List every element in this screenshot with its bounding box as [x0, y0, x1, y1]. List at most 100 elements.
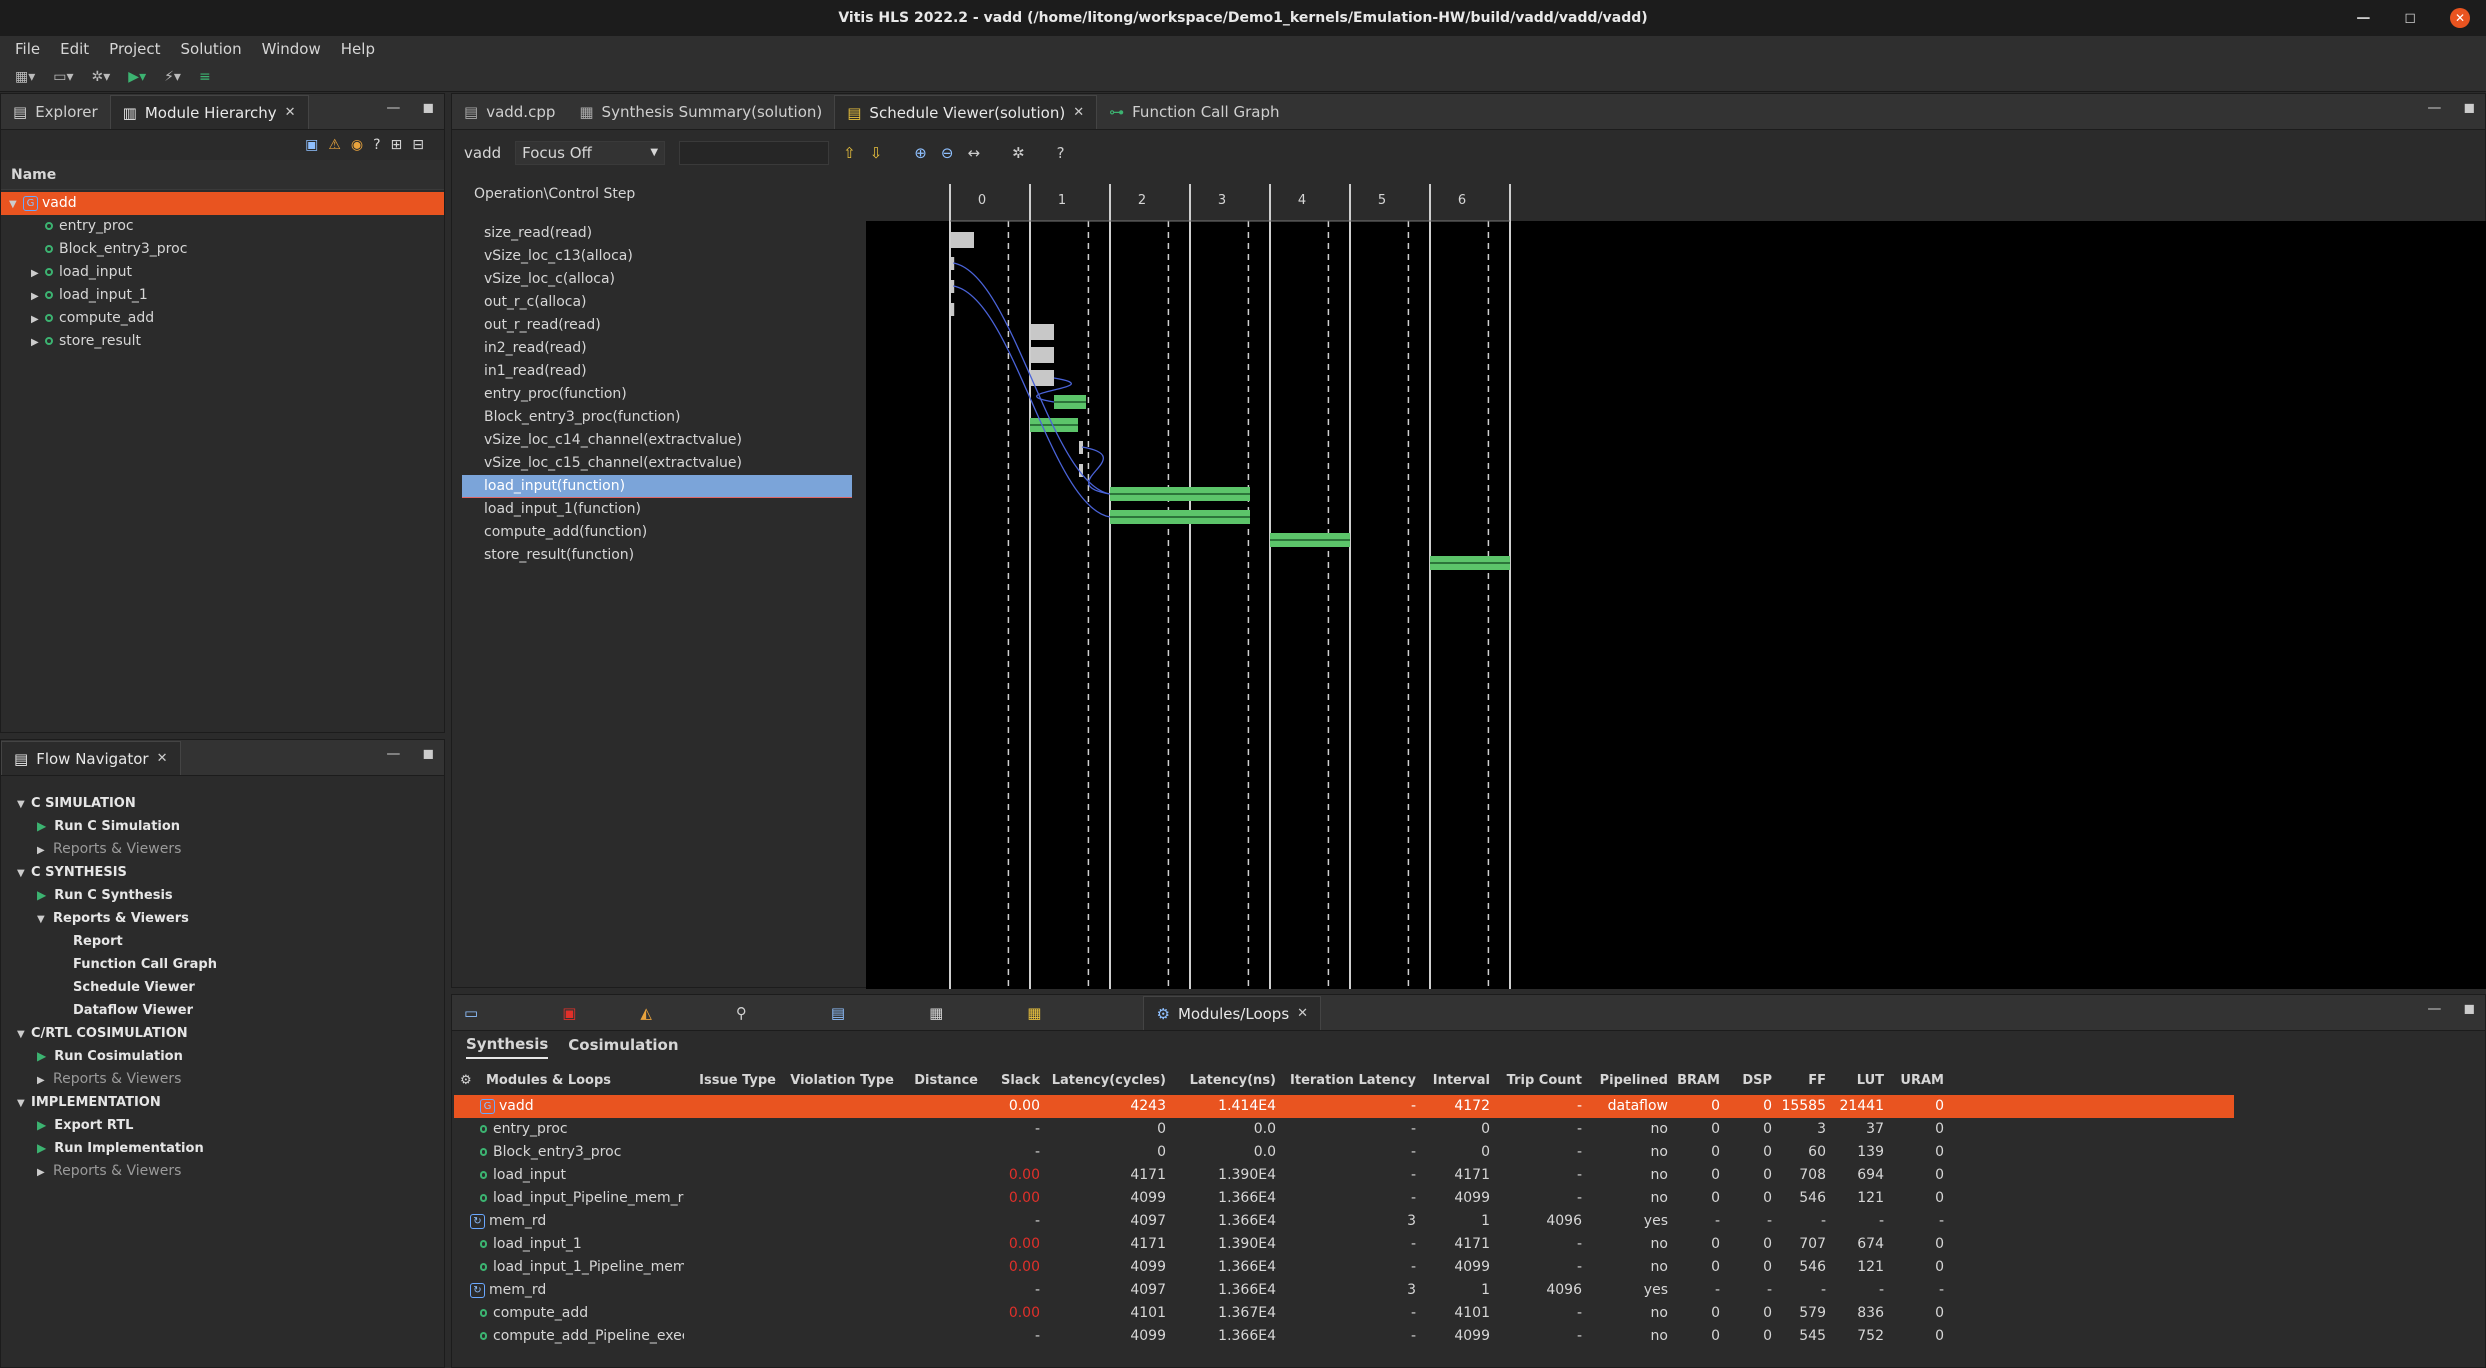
- operation-row[interactable]: compute_add(function): [462, 521, 852, 544]
- flow-run-item[interactable]: ▶ Run Implementation: [17, 1137, 444, 1160]
- operation-row[interactable]: vSize_loc_c(alloca): [462, 268, 852, 291]
- menu-file[interactable]: File: [6, 36, 49, 62]
- close-icon[interactable]: ✕: [1297, 1006, 1308, 1021]
- help-icon[interactable]: ?: [1057, 144, 1065, 162]
- table-row[interactable]: Block_entry3_proc - 0 0.0 - 0 - no 0 0 60 139 0: [454, 1141, 2234, 1164]
- flow-reports-item[interactable]: ▼ Reports & Viewers: [17, 907, 444, 930]
- open-folder-icon[interactable]: ▭▾: [48, 69, 78, 85]
- operation-row[interactable]: vSize_loc_c13(alloca): [462, 245, 852, 268]
- maximize-icon[interactable]: ◼: [2463, 100, 2475, 116]
- table-row[interactable]: compute_add 0.00 4101 1.367E4 - 4101 - no 0 0 579 8…: [454, 1302, 2234, 1325]
- flow-run-item[interactable]: ▶ Run C Simulation: [17, 815, 444, 838]
- expand-all-icon[interactable]: ⊞: [391, 137, 403, 153]
- operation-row[interactable]: out_r_c(alloca): [462, 291, 852, 314]
- menu-solution[interactable]: Solution: [172, 36, 251, 62]
- menu-help[interactable]: Help: [332, 36, 384, 62]
- operation-row[interactable]: vSize_loc_c15_channel(extractvalue): [462, 452, 852, 475]
- table-row[interactable]: load_input_Pipeline_mem_rd 0.00 4099 1.366E…: [454, 1187, 2234, 1210]
- flow-section[interactable]: ▼ C SYNTHESIS: [17, 861, 444, 884]
- flow-viewer-item[interactable]: Dataflow Viewer: [17, 999, 444, 1022]
- tab-console[interactable]: ▭: [452, 996, 490, 1030]
- table-row[interactable]: ↻ mem_rd - 4097 1.366E4 3 1 4096 yes - - - - -: [454, 1210, 2234, 1233]
- flow-section[interactable]: ▼ IMPLEMENTATION: [17, 1091, 444, 1114]
- fit-width-icon[interactable]: ↔: [967, 144, 980, 162]
- tab-resource[interactable]: ▦: [1015, 996, 1053, 1030]
- tab-module-hierarchy[interactable]: ▥ Module Hierarchy ✕: [109, 95, 309, 129]
- flow-viewer-item[interactable]: Function Call Graph: [17, 953, 444, 976]
- chevron-right-icon[interactable]: ▶: [31, 308, 45, 331]
- tab-errors[interactable]: ▣: [550, 996, 588, 1030]
- column-header[interactable]: URAM: [1884, 1069, 1944, 1092]
- flow-viewer-item[interactable]: Schedule Viewer: [17, 976, 444, 999]
- flow-viewer-item[interactable]: Report: [17, 930, 444, 953]
- restore-icon[interactable]: ◻: [2404, 0, 2416, 36]
- minimize-icon[interactable]: —: [2427, 100, 2441, 116]
- menu-window[interactable]: Window: [253, 36, 330, 62]
- table-row[interactable]: Gvadd 0.00 4243 1.414E4 - 4172 - dataflow 0 0 1558…: [454, 1095, 2234, 1118]
- layout-icon[interactable]: ≡: [194, 69, 216, 85]
- arrow-down-icon[interactable]: ⇩: [870, 144, 883, 162]
- column-header[interactable]: Distance: [894, 1069, 978, 1092]
- maximize-icon[interactable]: ◼: [2463, 1001, 2475, 1017]
- column-header[interactable]: Iteration Latency: [1276, 1069, 1416, 1092]
- focus-select[interactable]: Focus Off ▼: [515, 141, 666, 165]
- tab-editor-2[interactable]: ▤ Schedule Viewer(solution) ✕: [834, 95, 1098, 129]
- operation-row[interactable]: Block_entry3_proc(function): [462, 406, 852, 429]
- warning-icon[interactable]: ⚠: [328, 137, 341, 153]
- close-window-icon[interactable]: ✕: [2450, 8, 2470, 28]
- column-header[interactable]: LUT: [1826, 1069, 1884, 1092]
- table-row[interactable]: load_input_1_Pipeline_mem_rd 0.00 4099 1.36…: [454, 1256, 2234, 1279]
- menu-edit[interactable]: Edit: [51, 36, 98, 62]
- tree-item[interactable]: ▶ load_input: [1, 261, 444, 284]
- tab-cosimulation[interactable]: Cosimulation: [568, 1036, 678, 1058]
- arrow-up-icon[interactable]: ⇧: [843, 144, 856, 162]
- flow-run-item[interactable]: ▶ Run Cosimulation: [17, 1045, 444, 1068]
- column-header[interactable]: BRAM: [1668, 1069, 1720, 1092]
- tab-search[interactable]: ⚲: [724, 996, 759, 1030]
- new-project-icon[interactable]: ▦▾: [10, 69, 40, 85]
- tree-item[interactable]: Block_entry3_proc: [1, 238, 444, 261]
- minimize-icon[interactable]: —: [2356, 0, 2370, 36]
- tree-item[interactable]: ▶ store_result: [1, 330, 444, 353]
- tab-properties[interactable]: ▤: [819, 996, 857, 1030]
- flow-reports-item[interactable]: ▶ Reports & Viewers: [17, 1160, 444, 1183]
- chevron-right-icon[interactable]: ▶: [31, 331, 45, 354]
- table-row[interactable]: load_input_1 0.00 4171 1.390E4 - 4171 - no 0 0 707…: [454, 1233, 2234, 1256]
- tab-synthesis[interactable]: Synthesis: [466, 1035, 549, 1059]
- tab-modules-loops[interactable]: ⚙ Modules/Loops ✕: [1143, 996, 1322, 1030]
- maximize-icon[interactable]: ◼: [422, 100, 434, 116]
- column-header[interactable]: Modules & Loops: [480, 1069, 684, 1092]
- column-header[interactable]: DSP: [1720, 1069, 1772, 1092]
- column-header[interactable]: Violation Type: [776, 1069, 894, 1092]
- module-view-icon[interactable]: ▣: [305, 137, 318, 153]
- menu-project[interactable]: Project: [100, 36, 169, 62]
- chevron-right-icon[interactable]: ▶: [31, 285, 45, 308]
- tab-editor-0[interactable]: ▤ vadd.cpp: [452, 95, 567, 129]
- column-header[interactable]: FF: [1772, 1069, 1826, 1092]
- tab-editor-3[interactable]: ⊶ Function Call Graph: [1097, 95, 1291, 129]
- close-icon[interactable]: ✕: [157, 751, 168, 766]
- operation-row[interactable]: load_input(function): [462, 475, 852, 498]
- settings-icon[interactable]: ✲: [1012, 144, 1025, 162]
- operation-row[interactable]: in2_read(read): [462, 337, 852, 360]
- operation-row[interactable]: size_read(read): [462, 222, 852, 245]
- collapse-all-icon[interactable]: ⊟: [412, 137, 424, 153]
- flow-run-item[interactable]: ▶ Export RTL: [17, 1114, 444, 1137]
- read-op-bar[interactable]: [951, 232, 974, 248]
- close-icon[interactable]: ✕: [285, 105, 296, 120]
- column-header[interactable]: Trip Count: [1490, 1069, 1582, 1092]
- chevron-right-icon[interactable]: ▶: [31, 262, 45, 285]
- table-row[interactable]: load_input 0.00 4171 1.390E4 - 4171 - no 0 0 708 69…: [454, 1164, 2234, 1187]
- zoom-out-icon[interactable]: ⊖: [941, 144, 954, 162]
- operation-row[interactable]: vSize_loc_c14_channel(extractvalue): [462, 429, 852, 452]
- run-icon[interactable]: ▶▾: [123, 69, 151, 85]
- tree-item[interactable]: entry_proc: [1, 215, 444, 238]
- table-row[interactable]: entry_proc - 0 0.0 - 0 - no 0 0 3 37 0: [454, 1118, 2234, 1141]
- column-header[interactable]: Pipelined: [1582, 1069, 1668, 1092]
- column-header[interactable]: Latency(cycles): [1040, 1069, 1166, 1092]
- tree-item[interactable]: ▶ compute_add: [1, 307, 444, 330]
- flow-section[interactable]: ▼ C/RTL COSIMULATION: [17, 1022, 444, 1045]
- operation-search-input[interactable]: [679, 141, 830, 165]
- info-filter-icon[interactable]: ◉: [351, 137, 363, 153]
- operation-row[interactable]: out_r_read(read): [462, 314, 852, 337]
